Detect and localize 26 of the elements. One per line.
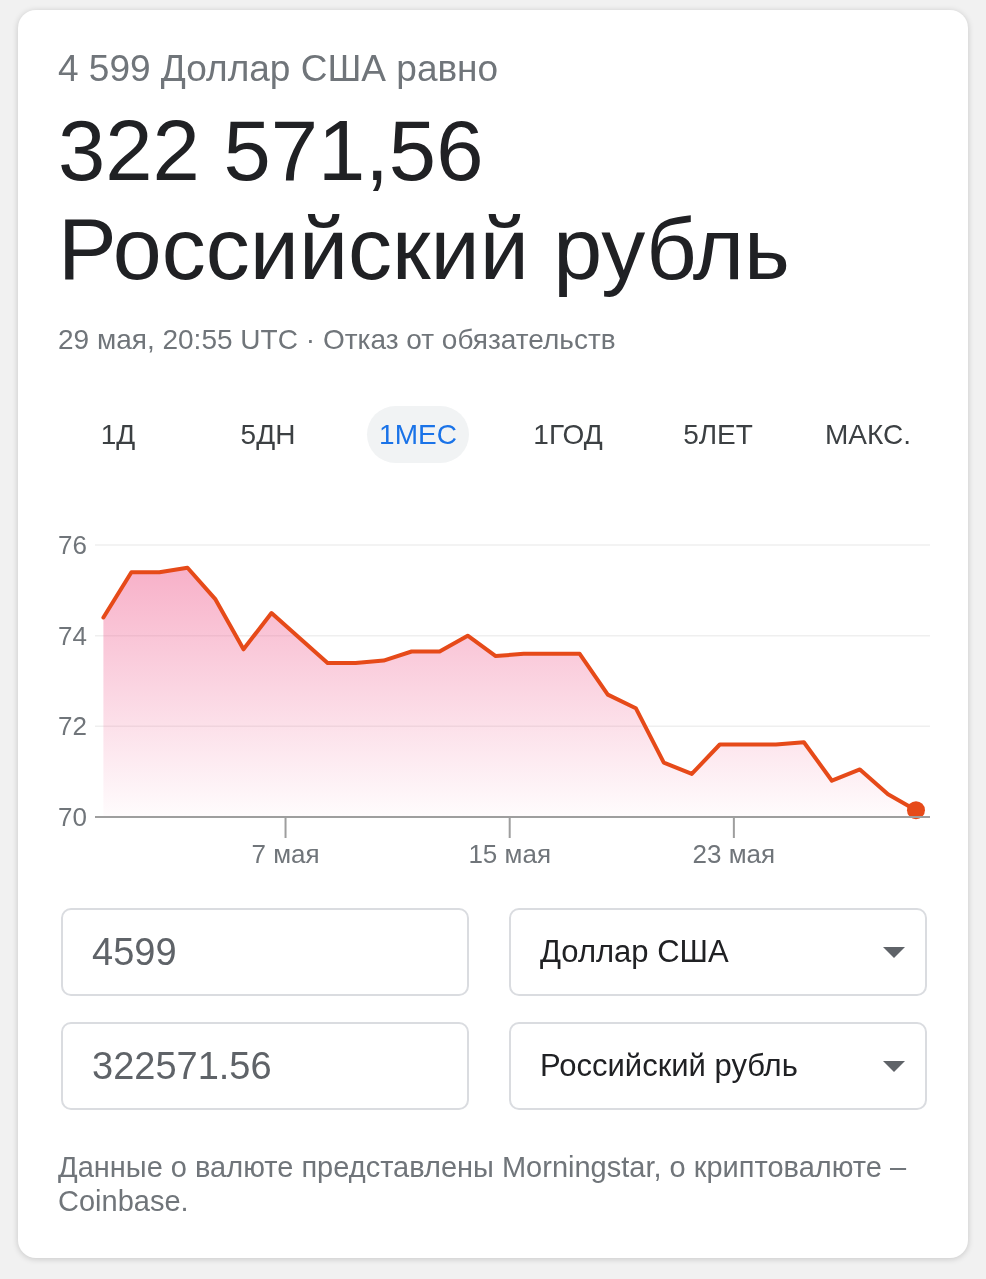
y-axis-label: 76 [58, 530, 87, 560]
range-tab[interactable]: 1ГОД [518, 406, 618, 463]
range-tab[interactable]: МАКС. [813, 406, 923, 463]
range-tab[interactable]: 1МЕС [367, 406, 469, 463]
dropdown-caret-icon [883, 946, 905, 958]
y-axis-label: 72 [58, 711, 87, 742]
x-axis-label: 23 мая [692, 839, 776, 869]
result-currency: Российский рубль [58, 200, 790, 298]
y-axis-label: 70 [58, 802, 87, 832]
amount-input[interactable]: 322571.56 [61, 1022, 469, 1110]
endpoint-dot-icon [907, 801, 925, 820]
y-axis-label: 74 [58, 620, 87, 651]
range-tab[interactable]: 5ДН [218, 406, 318, 463]
result-amount: 322 571,56 [58, 102, 484, 200]
currency-select[interactable]: Российский рубль [509, 1022, 927, 1110]
currency-select[interactable]: Доллар США [509, 908, 927, 996]
disclaimer-link[interactable]: Отказ от обязательств [322, 324, 616, 356]
source-note: Данные о валюте представлены Morningstar, о криптовалюте – Coinbase. [58, 1150, 908, 1218]
amount-input[interactable]: 4599 [61, 908, 469, 996]
range-tab[interactable]: 1Д [68, 406, 168, 463]
range-tab[interactable]: 5ЛЕТ [668, 406, 768, 463]
x-axis-label: 15 мая [468, 839, 551, 869]
x-axis-label: 7 мая [251, 839, 320, 869]
timestamp: 29 мая, 20:55 UTC · [58, 324, 315, 356]
dropdown-caret-icon [883, 1060, 905, 1072]
conversion-summary: 4 599 Доллар США равно [58, 49, 499, 89]
